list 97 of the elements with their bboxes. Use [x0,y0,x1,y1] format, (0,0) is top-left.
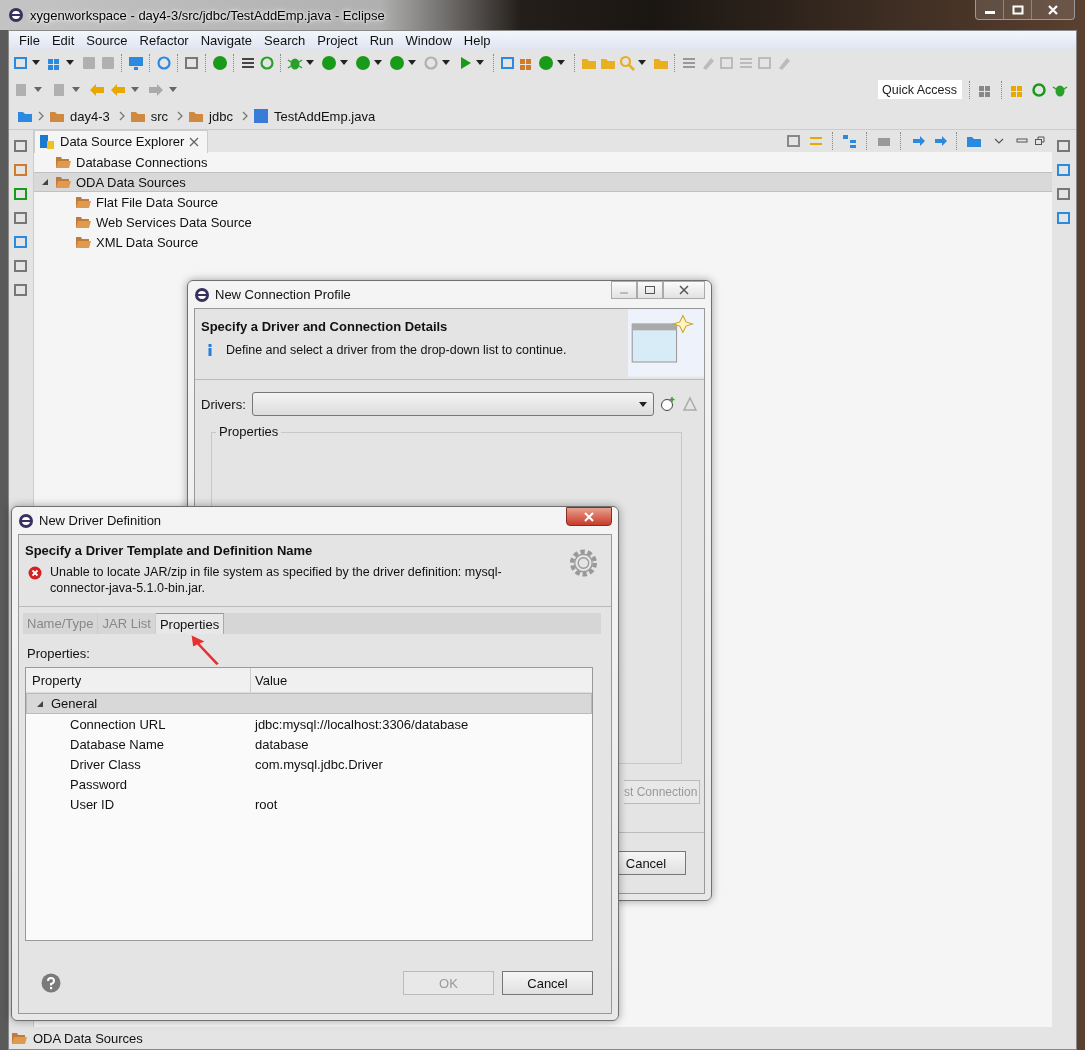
eclipse-icon [8,7,24,23]
triangle-icon[interactable] [682,396,698,412]
window-title: xygenworkspace - day4-3/src/jdbc/TestAddEmp.java - Eclipse [30,7,385,23]
folder-icon [55,174,71,190]
menu-item[interactable]: Refactor [133,32,195,48]
dialog-heading: Specify a Driver Template and Definition Name [25,543,314,558]
minimize-button[interactable] [976,0,1004,19]
help-icon[interactable] [41,973,61,993]
caret-icon[interactable] [476,60,484,65]
table-cell: jdbc:mysql://localhost:3306/database [255,716,469,732]
menu-item[interactable]: Edit [45,32,81,48]
table-cell: Driver Class [70,756,141,772]
quick-access-field[interactable]: Quick Access [878,80,962,99]
group-row-label[interactable]: General [51,696,98,711]
table-cell: database [255,736,309,752]
close-icon [1047,4,1059,15]
eclipse-icon [18,512,34,529]
breadcrumb-item[interactable]: day4-3 [70,108,110,124]
caret-icon[interactable] [66,60,74,65]
chevron-down-icon[interactable] [994,138,1004,144]
close-icon [583,511,595,522]
menu-item[interactable]: Window [399,32,458,48]
maximize-button[interactable] [637,281,663,299]
annotation-arrow [190,635,222,665]
forward-arrow-icon[interactable] [148,81,164,98]
chevron-icon [177,111,184,121]
close-icon[interactable] [189,136,200,147]
table-cell: Password [70,776,128,792]
close-button[interactable] [1032,0,1074,19]
breadcrumb-item[interactable]: jdbc [209,108,233,124]
table-cell: User ID [70,796,115,812]
folder-icon [75,194,91,210]
view-tab[interactable]: Data Source Explorer [34,129,209,153]
tree-item[interactable]: XML Data Source [96,234,199,250]
table-cell: Database Name [70,736,164,752]
add-driver-icon[interactable] [660,396,676,412]
breadcrumb-item[interactable]: src [150,108,169,124]
java-file-icon [252,108,269,124]
import-icon[interactable] [910,133,926,149]
drivers-label: Drivers: [201,396,246,412]
caret-icon[interactable] [557,60,565,65]
table-cell: root [255,796,278,812]
group-label: Properties [216,424,282,439]
caret-icon[interactable] [638,60,646,65]
dialog-title: New Connection Profile [215,287,351,302]
menu-item[interactable]: Project [311,32,364,48]
folder-icon [55,154,71,170]
menu-item[interactable]: Navigate [194,32,258,48]
properties-label: Properties: [27,646,90,661]
caret-icon[interactable] [408,60,416,65]
tree-item[interactable]: Flat File Data Source [96,194,219,210]
folder-icon [75,234,91,250]
tree-item[interactable]: ODA Data Sources [76,174,186,190]
expand-triangle-icon[interactable] [42,179,48,185]
close-button[interactable] [566,507,612,526]
menu-item[interactable]: File [13,32,46,48]
folder-icon [75,214,91,230]
caret-icon[interactable] [306,60,314,65]
info-message: Define and select a driver from the drop-down list to continue. [226,342,567,358]
maximize-icon [1011,4,1024,15]
close-icon [678,285,690,295]
export-icon[interactable] [932,133,948,149]
table-cell: Connection URL [70,716,166,732]
caret-icon[interactable] [374,60,382,65]
dialog-heading: Specify a Driver and Connection Details [201,319,449,334]
minimize-icon [620,292,628,294]
caret-icon[interactable] [32,60,40,65]
status-text: ODA Data Sources [33,1030,143,1046]
maximize-icon [644,285,656,295]
menu-item[interactable]: Source [80,32,134,48]
menu-item[interactable]: Run [363,32,400,48]
close-button[interactable] [663,281,705,299]
folder-icon [11,1030,27,1046]
chevron-icon [38,111,44,121]
table-cell: com.mysql.jdbc.Driver [255,756,383,772]
chevron-icon [118,111,125,121]
column-header[interactable]: Value [251,668,592,692]
tree-item[interactable]: Database Connections [76,154,208,170]
minimize-icon [984,11,995,14]
tree-item[interactable]: Web Services Data Source [96,214,252,230]
breadcrumb-item[interactable]: TestAddEmp.java [273,108,376,124]
menu-item[interactable]: Help [457,32,497,48]
tab[interactable]: Properties [155,613,225,634]
column-header[interactable]: Property [26,668,251,692]
error-icon [28,566,42,580]
expand-triangle-icon[interactable] [37,700,43,707]
drivers-dropdown[interactable] [251,392,654,416]
maximize-button[interactable] [1004,0,1032,19]
dialog-title: New Driver Definition [39,513,162,528]
eclipse-icon [194,286,210,303]
caret-icon [639,401,647,407]
cancel-button[interactable]: Cancel [502,971,593,995]
menu-item[interactable]: Search [258,32,312,48]
caret-icon[interactable] [442,60,450,65]
chevron-icon [241,111,248,121]
caret-icon[interactable] [340,60,348,65]
error-message: Unable to locate JAR/zip in file system as specified by the driver definition: mysql-connector-java-5.1.0-bin.jar. [50,564,503,596]
